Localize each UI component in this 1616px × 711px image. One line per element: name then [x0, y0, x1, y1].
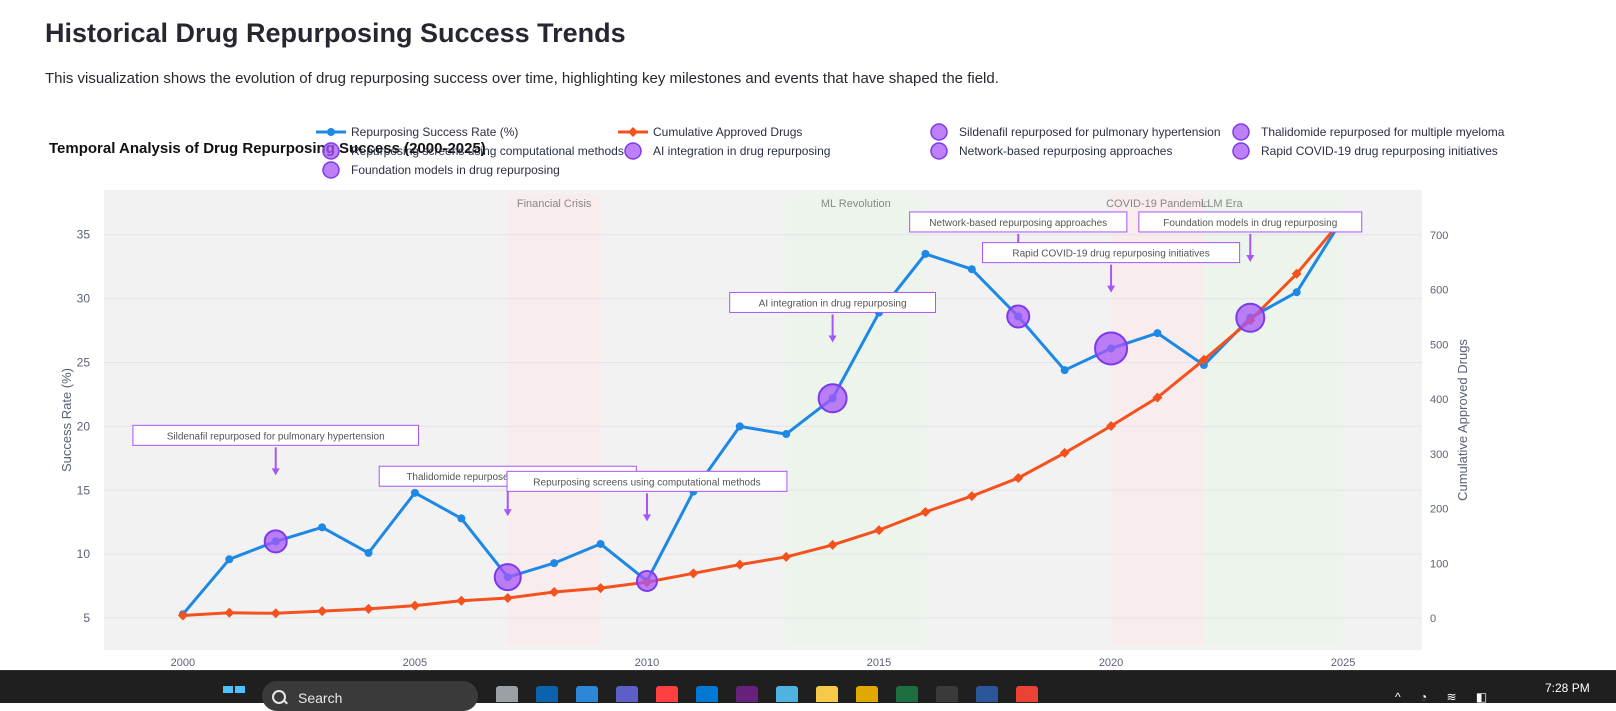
legend-item-label: Cumulative Approved Drugs [653, 125, 802, 139]
legend-swatch [1232, 123, 1250, 141]
chrome-icon[interactable] [1016, 686, 1038, 702]
y2-tick-label: 200 [1430, 504, 1448, 516]
annotation-label: Sildenafil repurposed for pulmonary hype… [167, 431, 385, 442]
y2-tick-label: 400 [1430, 394, 1448, 406]
legend-item-label: Foundation models in drug repurposing [351, 163, 560, 177]
zip-icon[interactable] [856, 686, 878, 702]
y-tick-label: 20 [77, 419, 91, 433]
notepad-icon[interactable] [776, 686, 798, 702]
legend-item-label: Rapid COVID-19 drug repurposing initiati… [1261, 144, 1498, 158]
period-label: Financial Crisis [517, 198, 592, 210]
data-point [735, 422, 744, 431]
data-point [967, 265, 976, 274]
y-tick-label: 15 [77, 483, 91, 497]
page-description: This visualization shows the evolution o… [45, 70, 999, 87]
y2-axis-title: Cumulative Approved Drugs [1455, 339, 1470, 501]
annotation-label: Repurposing screens using computational … [533, 477, 760, 488]
event-marker [1235, 302, 1266, 333]
y-axis-title: Success Rate (%) [59, 368, 74, 472]
y2-tick-label: 0 [1430, 613, 1436, 625]
data-point [921, 249, 930, 258]
event-marker [817, 383, 848, 414]
data-point [1292, 288, 1301, 297]
data-point [596, 539, 605, 548]
x-tick-label: 2000 [171, 657, 195, 668]
y-tick-label: 30 [77, 292, 91, 306]
y2-tick-label: 300 [1430, 449, 1448, 461]
legend-item-label: Thalidomide repurposed for multiple myel… [1261, 125, 1505, 139]
legend-item-label: Network-based repurposing approaches [959, 144, 1172, 158]
annotation-label: Rapid COVID-19 drug repurposing initiati… [1012, 249, 1209, 260]
data-point [364, 548, 373, 557]
windows-start-icon[interactable] [223, 686, 245, 702]
teams-icon[interactable] [616, 686, 638, 702]
annotation-label: AI integration in drug repurposing [759, 298, 907, 309]
event-marker [263, 529, 288, 554]
page-title: Historical Drug Repurposing Success Tren… [45, 18, 626, 48]
event-marker [1006, 304, 1031, 329]
terminal-icon[interactable] [936, 686, 958, 702]
legend-swatch [1232, 142, 1250, 160]
x-tick-label: 2010 [635, 657, 659, 668]
legend-item-label: Repurposing screens using computational … [351, 144, 624, 158]
y-tick-label: 25 [77, 356, 91, 370]
data-point [410, 488, 419, 497]
excel-icon[interactable] [896, 686, 918, 702]
task-view-icon[interactable] [496, 686, 518, 702]
y-tick-label: 10 [77, 547, 91, 561]
legend-swatch [930, 123, 948, 141]
event-marker [635, 570, 658, 592]
period-label: LLM Era [1201, 198, 1243, 210]
x-tick-label: 2020 [1099, 657, 1123, 668]
outlook-icon[interactable] [536, 686, 558, 702]
legend-swatch [327, 128, 335, 136]
y2-tick-label: 600 [1430, 285, 1448, 297]
legend-item-label: Sildenafil repurposed for pulmonary hype… [959, 125, 1221, 139]
annotation-label: Foundation models in drug repurposing [1163, 218, 1337, 229]
data-point [550, 559, 559, 568]
data-point [1153, 329, 1162, 338]
data-point [225, 555, 234, 564]
event-marker [493, 563, 522, 592]
data-point [782, 430, 791, 439]
y2-tick-label: 700 [1430, 230, 1448, 242]
edge-icon[interactable] [576, 686, 598, 702]
legend-swatch [628, 127, 638, 137]
legend-swatch [322, 161, 340, 179]
word-icon[interactable] [976, 686, 998, 702]
event-marker [1094, 331, 1129, 366]
data-point [457, 514, 466, 523]
store-icon[interactable] [696, 686, 718, 702]
legend-item-label: AI integration in drug repurposing [653, 144, 830, 158]
x-tick-label: 2025 [1331, 657, 1355, 668]
file-explorer-icon[interactable] [816, 686, 838, 702]
x-tick-label: 2005 [403, 657, 427, 668]
y2-tick-label: 100 [1430, 558, 1448, 570]
temporal-chart: Financial Crisis ML Revolution COVID-19 Pa… [49, 123, 1505, 668]
y-tick-label: 5 [83, 611, 90, 625]
taskbar-search-input[interactable]: Search [262, 681, 478, 711]
annotation-label: Network-based repurposing approaches [929, 218, 1107, 229]
period-label: COVID-19 Pandemic [1106, 198, 1209, 210]
legend-swatch [624, 142, 642, 160]
clock[interactable]: 7:28 PM [1545, 681, 1590, 695]
data-point [318, 523, 327, 532]
y-tick-label: 35 [77, 228, 91, 242]
x-tick-label: 2015 [867, 657, 891, 668]
legend-swatch [322, 142, 340, 160]
legend-item-label: Repurposing Success Rate (%) [351, 125, 518, 139]
data-point [1060, 366, 1069, 375]
legend-swatch [930, 142, 948, 160]
period-label: ML Revolution [821, 198, 891, 210]
visual-studio-icon[interactable] [736, 686, 758, 702]
app-icon[interactable] [656, 686, 678, 702]
y2-tick-label: 500 [1430, 339, 1448, 351]
